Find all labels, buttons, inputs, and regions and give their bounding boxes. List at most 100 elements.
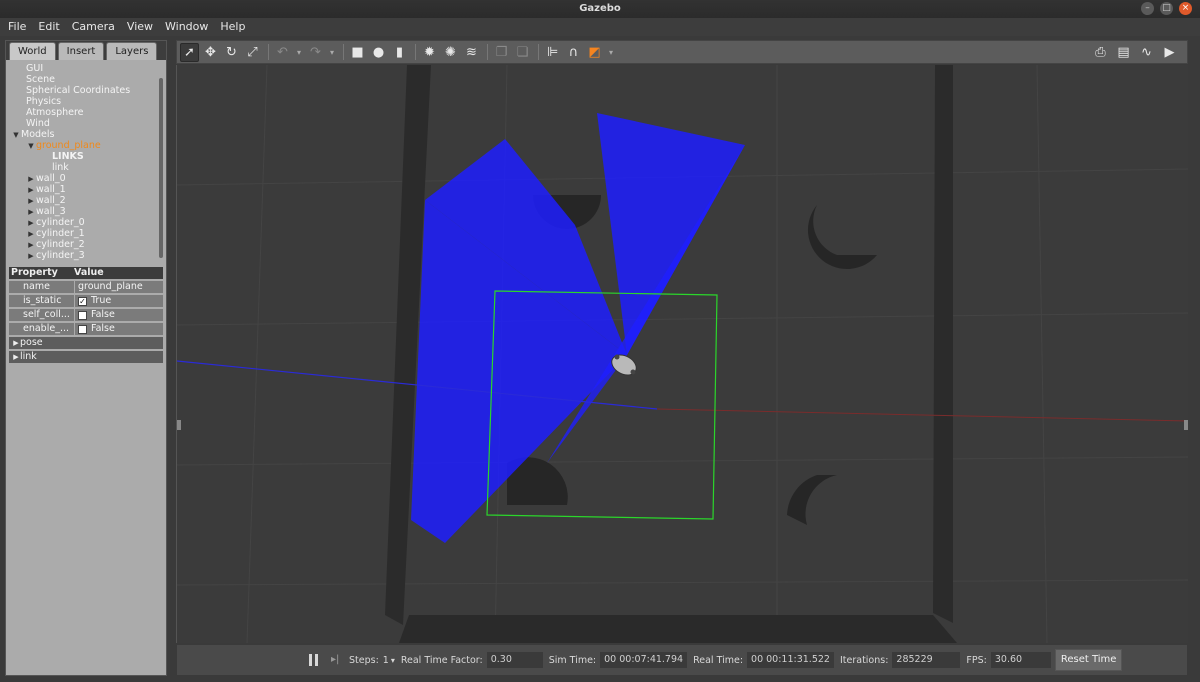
pause-icon[interactable] bbox=[309, 654, 319, 666]
log-icon[interactable]: ▤ bbox=[1114, 43, 1133, 62]
property-value-text: ground_plane bbox=[78, 281, 143, 292]
rotate-icon[interactable]: ↻ bbox=[222, 43, 241, 62]
tree-item-wall-1[interactable]: ▶ wall_1 bbox=[6, 184, 166, 195]
tree-item-wall-3[interactable]: ▶ wall_3 bbox=[6, 206, 166, 217]
tab-insert[interactable]: Insert bbox=[57, 42, 105, 60]
tree-item-cylinder-0[interactable]: ▶ cylinder_0 bbox=[6, 217, 166, 228]
tree-item-spherical-coordinates[interactable]: Spherical Coordinates bbox=[6, 85, 166, 96]
expand-right-icon[interactable]: ▶ bbox=[26, 251, 36, 262]
property-value-name[interactable]: ground_plane bbox=[75, 281, 163, 293]
sphere-shape-icon[interactable]: ● bbox=[369, 43, 388, 62]
tree-item-wall-0[interactable]: ▶ wall_0 bbox=[6, 173, 166, 184]
undo-icon[interactable]: ↶ bbox=[273, 43, 292, 62]
steps-value[interactable]: 1 bbox=[383, 655, 389, 666]
expand-right-icon[interactable]: ▶ bbox=[12, 351, 20, 363]
property-row-self-collide: self_coll... False bbox=[9, 309, 163, 321]
right-splitter-handle[interactable] bbox=[1184, 420, 1188, 430]
model-label: wall_2 bbox=[36, 195, 66, 206]
section-label: link bbox=[20, 351, 37, 362]
menu-camera[interactable]: Camera bbox=[72, 18, 115, 36]
property-value-text: False bbox=[91, 309, 115, 320]
model-label: cylinder_2 bbox=[36, 239, 85, 250]
directional-light-icon[interactable]: ≋ bbox=[462, 43, 481, 62]
step-icon[interactable]: ▸| bbox=[331, 654, 343, 666]
property-header: Property Value bbox=[9, 267, 163, 279]
redo-dropdown-icon[interactable]: ▾ bbox=[327, 43, 337, 62]
paste-icon[interactable]: ❏ bbox=[513, 43, 532, 62]
tree-item-physics[interactable]: Physics bbox=[6, 96, 166, 107]
time-panel: ▸| Steps: 1 ▾ Real Time Factor: 0.30 Sim… bbox=[176, 644, 1188, 676]
tree-item-gui[interactable]: GUI bbox=[6, 63, 166, 74]
menu-edit[interactable]: Edit bbox=[38, 18, 59, 36]
snap-icon[interactable]: ∩ bbox=[564, 43, 583, 62]
scale-icon[interactable]: ⤢ bbox=[243, 43, 262, 62]
menu-file[interactable]: File bbox=[8, 18, 26, 36]
menu-help[interactable]: Help bbox=[220, 18, 245, 36]
undo-dropdown-icon[interactable]: ▾ bbox=[294, 43, 304, 62]
tab-world[interactable]: World bbox=[9, 42, 56, 60]
reset-time-button[interactable]: Reset Time bbox=[1054, 649, 1123, 671]
tree-item-cylinder-3[interactable]: ▶ cylinder_3 bbox=[6, 250, 166, 261]
box-shape-icon[interactable]: ■ bbox=[348, 43, 367, 62]
property-section-link[interactable]: ▶link bbox=[9, 351, 163, 363]
tree-item-wall-2[interactable]: ▶ wall_2 bbox=[6, 195, 166, 206]
toolbar-separator bbox=[538, 44, 539, 60]
plot-icon[interactable]: ∿ bbox=[1137, 43, 1156, 62]
section-label: pose bbox=[20, 337, 43, 348]
sim-time-label: Sim Time: bbox=[548, 654, 597, 666]
tab-layers[interactable]: Layers bbox=[106, 42, 158, 60]
toolbar-separator bbox=[415, 44, 416, 60]
tree-item-link[interactable]: link bbox=[6, 162, 166, 173]
model-label: wall_1 bbox=[36, 184, 66, 195]
select-arrow-icon[interactable]: ➚ bbox=[180, 42, 199, 62]
redo-icon[interactable]: ↷ bbox=[306, 43, 325, 62]
links-header: LINKS bbox=[52, 151, 84, 162]
window-title: Gazebo bbox=[579, 3, 621, 14]
translate-icon[interactable]: ✥ bbox=[201, 43, 220, 62]
model-label: cylinder_1 bbox=[36, 228, 85, 239]
tree-item-atmosphere[interactable]: Atmosphere bbox=[6, 107, 166, 118]
property-row-is-static: is_static ✓ True bbox=[9, 295, 163, 307]
world-tree: GUI Scene Spherical Coordinates Physics … bbox=[6, 60, 166, 282]
tree-item-models[interactable]: ▼ Models bbox=[6, 129, 166, 140]
tree-item-scene[interactable]: Scene bbox=[6, 74, 166, 85]
menu-window[interactable]: Window bbox=[165, 18, 208, 36]
tree-item-wind[interactable]: Wind bbox=[6, 118, 166, 129]
align-icon[interactable]: ⊫ bbox=[543, 43, 562, 62]
screenshot-camera-icon[interactable]: ⎙ bbox=[1091, 43, 1110, 62]
menu-view[interactable]: View bbox=[127, 18, 153, 36]
tree-item-ground-plane[interactable]: ▼ ground_plane bbox=[6, 140, 166, 151]
checkbox-unchecked-icon[interactable] bbox=[78, 324, 87, 334]
models-label: Models bbox=[21, 129, 55, 140]
property-value-self-collide: False bbox=[75, 309, 163, 321]
checkbox-checked-icon[interactable]: ✓ bbox=[78, 296, 87, 306]
video-record-icon[interactable]: ▶ bbox=[1160, 43, 1179, 62]
steps-dropdown-icon[interactable]: ▾ bbox=[391, 656, 395, 665]
property-row-enable-wind: enable_... False bbox=[9, 323, 163, 335]
close-icon[interactable]: × bbox=[1179, 2, 1192, 15]
fps-label: FPS: bbox=[966, 654, 987, 666]
property-value-is-static: ✓ True bbox=[75, 295, 163, 307]
minimize-icon[interactable]: – bbox=[1141, 2, 1154, 15]
property-value-text: True bbox=[91, 295, 112, 306]
tree-item-cylinder-1[interactable]: ▶ cylinder_1 bbox=[6, 228, 166, 239]
checkbox-unchecked-icon[interactable] bbox=[78, 310, 87, 320]
wall-bottom bbox=[399, 615, 957, 643]
maximize-icon[interactable]: □ bbox=[1160, 2, 1173, 15]
tree-item-cylinder-2[interactable]: ▶ cylinder_2 bbox=[6, 239, 166, 250]
tree-scrollbar[interactable] bbox=[159, 78, 163, 258]
property-value-enable-wind: False bbox=[75, 323, 163, 335]
axis-line-red bbox=[656, 408, 1188, 422]
3d-viewport[interactable] bbox=[176, 65, 1188, 643]
left-splitter-handle[interactable] bbox=[177, 420, 181, 430]
expand-right-icon[interactable]: ▶ bbox=[12, 337, 20, 349]
spot-light-icon[interactable]: ✺ bbox=[441, 43, 460, 62]
copy-icon[interactable]: ❐ bbox=[492, 43, 511, 62]
property-section-pose[interactable]: ▶pose bbox=[9, 337, 163, 349]
cylinder-shape bbox=[787, 475, 837, 525]
cylinder-shape-icon[interactable]: ▮ bbox=[390, 43, 409, 62]
real-time-label: Real Time: bbox=[693, 654, 744, 666]
point-light-icon[interactable]: ✹ bbox=[420, 43, 439, 62]
view-angle-icon[interactable]: ◩ bbox=[585, 43, 604, 62]
view-angle-dropdown-icon[interactable]: ▾ bbox=[606, 43, 616, 62]
